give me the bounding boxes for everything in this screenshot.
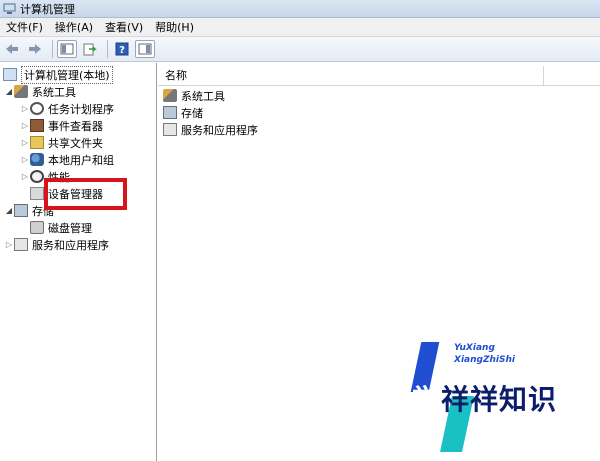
help-button[interactable]: ? <box>112 40 132 58</box>
tree-item-label: 服务和应用程序 <box>32 238 109 252</box>
column-header-extra[interactable] <box>544 66 551 86</box>
users-icon <box>30 153 44 166</box>
performance-icon <box>30 170 44 183</box>
tree-item-shared-folders[interactable]: ▷ 共享文件夹 <box>20 134 103 151</box>
highlight-annotation <box>44 178 127 210</box>
console-tree-icon <box>60 43 74 55</box>
list-item-storage[interactable]: 存储 <box>163 104 203 121</box>
tree-item-disk-management[interactable]: 磁盘管理 <box>30 219 92 236</box>
tree-item-label: 本地用户和组 <box>48 153 114 167</box>
tree-item-label: 共享文件夹 <box>48 136 103 150</box>
list-item-services-apps[interactable]: 服务和应用程序 <box>163 121 258 138</box>
list-item-label: 存储 <box>181 106 203 120</box>
tree-item-label: 系统工具 <box>32 85 76 99</box>
expand-arrow-icon[interactable]: ▷ <box>20 155 30 164</box>
device-manager-icon <box>30 187 44 200</box>
watermark-english-line2: XiangZhiShi <box>454 355 515 365</box>
tree-item-event-viewer[interactable]: ▷ 事件查看器 <box>20 117 103 134</box>
tree-item-label: 磁盘管理 <box>48 221 92 235</box>
disk-icon <box>30 221 44 234</box>
tree-item-label: 事件查看器 <box>48 119 103 133</box>
expand-arrow-icon[interactable]: ▷ <box>20 121 30 130</box>
list-item-label: 系统工具 <box>181 89 225 103</box>
event-viewer-icon <box>30 119 44 132</box>
watermark-chinese-rest: 祥祥知识 <box>441 383 558 416</box>
expand-arrow-icon[interactable]: ▷ <box>20 138 30 147</box>
clock-icon <box>30 102 44 115</box>
watermark-chinese-first: 誉 <box>412 383 442 416</box>
column-header-name[interactable]: 名称 <box>158 65 544 86</box>
arrow-left-icon <box>6 44 18 54</box>
menu-help[interactable]: 帮助(H) <box>149 18 200 37</box>
watermark-chinese: 誉祥祥知识 <box>412 378 557 418</box>
toolbar: ? <box>0 37 600 62</box>
help-icon: ? <box>115 42 129 56</box>
tree-item-task-scheduler[interactable]: ▷ 任务计划程序 <box>20 100 114 117</box>
menu-file[interactable]: 文件(F) <box>0 18 49 37</box>
export-list-button[interactable] <box>80 40 100 58</box>
collapse-arrow-icon[interactable]: ◢ <box>4 206 14 215</box>
toolbar-separator <box>52 40 53 58</box>
computer-management-icon <box>3 3 16 15</box>
watermark-logo: YuXiang XiangZhiShi 誉祥祥知识 <box>406 338 576 456</box>
window-titlebar: 计算机管理 <box>0 0 600 18</box>
tree-item-label: 计算机管理(本地) <box>21 65 113 84</box>
console-tree-pane: 计算机管理(本地) ◢ 系统工具 ▷ 任务计划程序 ▷ 事件查看器 ▷ 共享文件… <box>0 63 157 461</box>
tree-item-label: 任务计划程序 <box>48 102 114 116</box>
tree-item-services-apps[interactable]: ▷ 服务和应用程序 <box>4 236 109 253</box>
expand-arrow-icon[interactable]: ▷ <box>4 240 14 249</box>
collapse-arrow-icon[interactable]: ◢ <box>4 87 14 96</box>
shared-folder-icon <box>30 136 44 149</box>
arrow-right-icon <box>29 44 41 54</box>
back-button[interactable] <box>2 40 22 58</box>
menu-bar: 文件(F) 操作(A) 查看(V) 帮助(H) <box>0 18 600 37</box>
tree-item-computer-management[interactable]: 计算机管理(本地) <box>3 65 113 84</box>
action-pane-icon <box>138 43 152 55</box>
show-hide-console-tree-button[interactable] <box>57 40 77 58</box>
window-title: 计算机管理 <box>20 2 75 16</box>
forward-button[interactable] <box>25 40 45 58</box>
watermark-english-line1: YuXiang <box>454 343 495 353</box>
menu-view[interactable]: 查看(V) <box>99 18 149 37</box>
action-pane-button[interactable] <box>135 40 155 58</box>
menu-action[interactable]: 操作(A) <box>49 18 99 37</box>
list-header: 名称 <box>158 65 600 86</box>
computer-management-icon <box>3 68 17 81</box>
system-tools-icon <box>14 85 28 98</box>
system-tools-icon <box>163 89 177 102</box>
svg-text:?: ? <box>119 45 125 56</box>
list-item-label: 服务和应用程序 <box>181 123 258 137</box>
services-icon <box>14 238 28 251</box>
watermark-english: YuXiang XiangZhiShi <box>454 342 515 366</box>
expand-arrow-icon[interactable]: ▷ <box>20 172 30 181</box>
services-icon <box>163 123 177 136</box>
toolbar-separator <box>107 40 108 58</box>
export-icon <box>83 43 97 55</box>
tree-item-local-users[interactable]: ▷ 本地用户和组 <box>20 151 114 168</box>
storage-icon <box>163 106 177 119</box>
expand-arrow-icon[interactable]: ▷ <box>20 104 30 113</box>
storage-icon <box>14 204 28 217</box>
list-item-system-tools[interactable]: 系统工具 <box>163 87 225 104</box>
tree-item-system-tools[interactable]: ◢ 系统工具 <box>4 83 76 100</box>
